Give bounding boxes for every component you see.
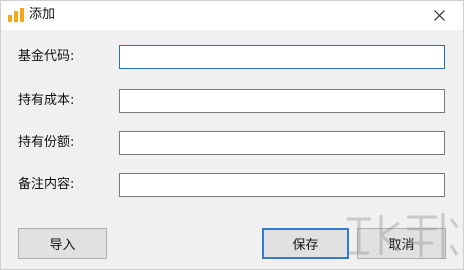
window-title: 添加 xyxy=(29,7,56,22)
shares-input[interactable] xyxy=(119,131,445,155)
close-icon xyxy=(434,10,445,21)
watermark-logo xyxy=(347,213,459,259)
fund-code-label: 基金代码: xyxy=(18,49,75,64)
remark-input[interactable] xyxy=(119,173,445,197)
title-bar: 添加 xyxy=(1,1,463,30)
shares-label: 持有份额: xyxy=(18,135,75,150)
bar-chart-icon xyxy=(8,8,24,22)
import-button[interactable]: 导入 xyxy=(18,228,107,259)
remark-label: 备注内容: xyxy=(18,177,75,192)
save-button-label: 保存 xyxy=(292,238,319,253)
cost-label: 持有成本: xyxy=(18,93,75,108)
add-dialog: 添加 基金代码: 持有成本: 持有份额: 备注内容: 导入 保存 取消 xyxy=(0,0,464,270)
fund-code-input[interactable] xyxy=(119,45,445,69)
save-button[interactable]: 保存 xyxy=(262,228,349,259)
import-button-label: 导入 xyxy=(49,238,76,253)
cost-input[interactable] xyxy=(119,89,445,113)
close-button[interactable] xyxy=(418,1,463,30)
